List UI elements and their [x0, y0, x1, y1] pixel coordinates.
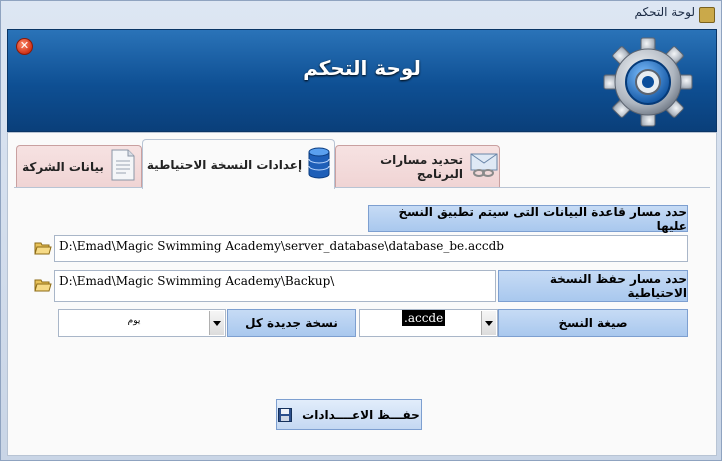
- app-window: لوحة التحكم ✕ لوحة التحكم تحديد مسارات ا…: [0, 0, 722, 461]
- chevron-down-icon[interactable]: [481, 311, 496, 335]
- db-path-label-button[interactable]: حدد مسار قاعدة البيانات التى سيتم تطبيق …: [368, 205, 688, 233]
- window-title: لوحة التحكم: [634, 5, 696, 19]
- tab-backup-settings[interactable]: إعدادات النسخة الاحتياطية: [142, 139, 335, 189]
- folder-open-icon[interactable]: [34, 278, 52, 292]
- document-icon: [110, 149, 136, 184]
- backup-path-field[interactable]: D:\Emad\Magic Swimming Academy\Backup\: [54, 270, 496, 302]
- backup-path-label-button[interactable]: حدد مسار حفظ النسخة الاحتياطية: [498, 270, 688, 302]
- select-value: .accde: [402, 310, 446, 326]
- save-button-label: حفـــظ الاعــــدادات: [302, 407, 420, 422]
- close-button[interactable]: ✕: [16, 38, 33, 55]
- backup-settings-panel: حدد مسار قاعدة البيانات التى سيتم تطبيق …: [14, 187, 710, 450]
- header-banner: ✕ لوحة التحكم: [7, 29, 717, 132]
- select-value: يوم: [127, 316, 141, 326]
- gear-icon: [603, 37, 693, 127]
- tab-label: تحديد مسارات البرنامج: [380, 152, 463, 181]
- floppy-disk-icon: [278, 407, 293, 422]
- tab-label: بيانات الشركة: [22, 159, 104, 174]
- envelope-chain-icon: [469, 152, 499, 181]
- new-copy-label: نسخة جديدة كل: [227, 309, 356, 337]
- save-settings-button[interactable]: حفـــظ الاعــــدادات: [276, 399, 422, 430]
- db-path-field[interactable]: D:\Emad\Magic Swimming Academy\server_da…: [54, 235, 688, 262]
- chevron-down-icon[interactable]: [209, 311, 224, 335]
- folder-open-icon[interactable]: [34, 241, 52, 255]
- backup-format-select[interactable]: .accde: [359, 309, 498, 337]
- backup-format-label: صيغة النسخ: [498, 309, 688, 337]
- new-copy-interval-select[interactable]: يوم: [58, 309, 226, 337]
- database-icon: [308, 147, 330, 182]
- tab-label: إعدادات النسخة الاحتياطية: [146, 157, 303, 172]
- tab-company-data[interactable]: بيانات الشركة: [16, 145, 142, 187]
- tab-strip: تحديد مسارات البرنامج إعدادات النسخة الا…: [8, 133, 718, 189]
- app-window-icon: [699, 7, 715, 23]
- tab-program-paths[interactable]: تحديد مسارات البرنامج: [335, 145, 500, 187]
- content-area: تحديد مسارات البرنامج إعدادات النسخة الا…: [7, 132, 717, 456]
